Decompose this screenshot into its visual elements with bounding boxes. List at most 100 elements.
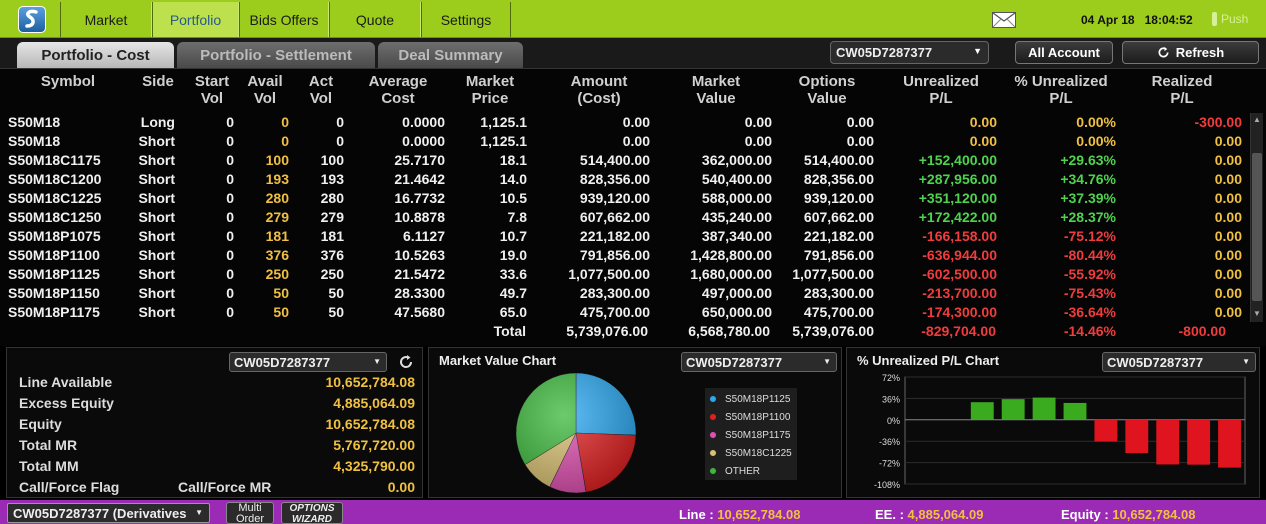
status-line-label: Line :: [679, 507, 714, 522]
cell-unrealized-pl: -636,944.00: [922, 247, 997, 263]
options-wizard-button[interactable]: OPTIONS WIZARD: [281, 502, 343, 524]
cell-pct-unrealized-pl: 0.00%: [1076, 114, 1116, 130]
top-navigation-bar: Market Portfolio Bids Offers Quote Setti…: [0, 0, 1266, 38]
tab-deal-summary[interactable]: Deal Summary: [378, 42, 523, 68]
table-row[interactable]: S50M18 Short 0 0 0 0.0000 1,125.1 0.00 0.00 0.00 0…: [0, 132, 1248, 151]
legend-label: S50M18P1175: [725, 429, 791, 441]
unrealized-account-select[interactable]: CW05D7287377 ▼: [1102, 352, 1256, 372]
table-row[interactable]: S50M18P1125 Short 0 250 250 21.5472 33.6 1,077,…: [0, 265, 1248, 284]
table-row[interactable]: S50M18P1150 Short 0 50 50 28.3300 49.7 283,300.…: [0, 284, 1248, 303]
cell-realized-pl: 0.00: [1214, 152, 1242, 168]
cell-realized-pl: 0.00: [1214, 247, 1242, 263]
unrealized-chart-title: % Unrealized P/L Chart: [857, 353, 1000, 368]
cell-market-value: 588,000.00: [701, 190, 772, 206]
column-header-realized-pl[interactable]: Realized P/L: [1117, 73, 1247, 107]
cell-average-cost: 47.5680: [394, 304, 445, 320]
scrollbar-thumb[interactable]: [1252, 153, 1262, 301]
y-tick-label: -72%: [879, 459, 900, 469]
cell-start-vol: 0: [226, 133, 234, 149]
cell-avail-vol: 250: [265, 266, 289, 282]
cell-side: Short: [138, 171, 175, 187]
account-summary-row: Equity 10,652,784.08: [19, 416, 415, 436]
nav-tab-portfolio[interactable]: Portfolio: [152, 2, 239, 37]
market-value-account-select[interactable]: CW05D7287377 ▼: [681, 352, 837, 372]
cell-realized-pl: 0.00: [1214, 190, 1242, 206]
cell-side: Short: [138, 209, 175, 225]
bar-4[interactable]: [1032, 397, 1056, 420]
total-realized-pl: -800.00: [1178, 323, 1226, 339]
mail-icon[interactable]: [992, 12, 1016, 28]
cell-options-value: 939,120.00: [803, 190, 874, 206]
account-select[interactable]: CW05D7287377 ▼: [830, 41, 989, 64]
bar-2[interactable]: [970, 402, 994, 420]
table-row[interactable]: S50M18 Long 0 0 0 0.0000 1,125.1 0.00 0.00 0.00 0.…: [0, 113, 1248, 132]
cell-market-price: 14.0: [499, 171, 527, 187]
cell-act-vol: 50: [328, 285, 344, 301]
bar-8[interactable]: [1156, 419, 1180, 465]
cell-start-vol: 0: [226, 152, 234, 168]
reload-icon[interactable]: [397, 353, 415, 371]
legend-label: S50M18P1100: [725, 411, 791, 423]
cell-act-vol: 376: [320, 247, 344, 263]
table-row[interactable]: S50M18C1175 Short 0 100 100 25.7170 18.1 514,40…: [0, 151, 1248, 170]
table-row[interactable]: S50M18C1225 Short 0 280 280 16.7732 10.5 939,12…: [0, 189, 1248, 208]
column-header-line: P/L: [929, 90, 953, 107]
cell-unrealized-pl: -174,300.00: [922, 304, 997, 320]
y-tick-label: 72%: [882, 373, 900, 383]
scroll-down-icon[interactable]: ▼: [1253, 309, 1261, 318]
app-logo-icon[interactable]: [18, 6, 46, 33]
bar-10[interactable]: [1218, 419, 1241, 468]
chevron-down-icon: ▼: [373, 357, 381, 366]
multi-order-button[interactable]: Multi Order: [226, 502, 274, 524]
table-row[interactable]: S50M18P1175 Short 0 50 50 47.5680 65.0 475,700.…: [0, 303, 1248, 322]
chevron-down-icon: ▼: [195, 508, 203, 517]
legend-swatch-icon: [709, 467, 717, 475]
table-header: Symbol Side Start Vol Avail Vol Act Vol Average C…: [0, 69, 1248, 111]
table-row[interactable]: S50M18P1075 Short 0 181 181 6.1127 10.7 221,182…: [0, 227, 1248, 246]
column-header-unrealized-pl[interactable]: Unrealized P/L: [876, 73, 1006, 107]
all-account-button[interactable]: All Account: [1015, 41, 1113, 64]
cell-market-price: 10.5: [499, 190, 527, 206]
column-header-options-value[interactable]: Options Value: [762, 73, 892, 107]
nav-tab-market[interactable]: Market: [60, 2, 152, 37]
bar-7[interactable]: [1125, 419, 1149, 454]
table-scrollbar[interactable]: ▲ ▼: [1250, 113, 1263, 322]
tab-portfolio-cost[interactable]: Portfolio - Cost: [17, 42, 174, 68]
legend-swatch-icon: [709, 431, 717, 439]
nav-tab-settings[interactable]: Settings: [421, 2, 511, 37]
nav-tab-bids-offers[interactable]: Bids Offers: [239, 2, 329, 37]
cell-average-cost: 21.4642: [394, 171, 445, 187]
status-line-value: 10,652,784.08: [717, 507, 801, 522]
bar-3[interactable]: [1001, 399, 1025, 420]
bar-6[interactable]: [1094, 419, 1118, 442]
column-header-pct-unrealized-pl[interactable]: % Unrealized P/L: [996, 73, 1126, 107]
cell-avail-vol: 50: [273, 285, 289, 301]
total-label: Total: [493, 323, 526, 339]
scroll-up-icon[interactable]: ▲: [1253, 115, 1261, 124]
total-market-value: 6,568,780.00: [688, 323, 770, 339]
bar-5[interactable]: [1063, 402, 1087, 420]
cell-market-price: 1,125.1: [480, 114, 527, 130]
nav-tab-quote[interactable]: Quote: [329, 2, 421, 37]
account-summary-select[interactable]: CW05D7287377 ▼: [229, 352, 387, 372]
status-account-select[interactable]: CW05D7287377 (Derivatives ▼: [7, 503, 210, 523]
column-header-amount-cost[interactable]: Amount (Cost): [534, 73, 664, 107]
table-total-row: Total 5,739,076.00 6,568,780.00 5,739,07…: [0, 322, 1248, 344]
bar-9[interactable]: [1187, 419, 1211, 465]
cell-realized-pl: 0.00: [1214, 133, 1242, 149]
market-value-chart-panel: Market Value Chart CW05D7287377 ▼ S50M18…: [428, 347, 842, 498]
table-row[interactable]: S50M18P1100 Short 0 376 376 10.5263 19.0 791,85…: [0, 246, 1248, 265]
table-row[interactable]: S50M18C1250 Short 0 279 279 10.8878 7.8 607,662…: [0, 208, 1248, 227]
account-summary-label: Line Available: [19, 374, 113, 390]
cell-avail-vol: 0: [281, 114, 289, 130]
cell-side: Short: [138, 228, 175, 244]
refresh-button[interactable]: Refresh: [1122, 41, 1259, 64]
table-row[interactable]: S50M18C1200 Short 0 193 193 21.4642 14.0 828,35…: [0, 170, 1248, 189]
y-tick-label: 36%: [882, 394, 900, 404]
push-toggle[interactable]: Push: [1212, 12, 1248, 26]
cell-pct-unrealized-pl: +34.76%: [1060, 171, 1116, 187]
cell-options-value: 607,662.00: [803, 209, 874, 225]
tab-portfolio-settlement[interactable]: Portfolio - Settlement: [177, 42, 375, 68]
account-summary-label: Equity: [19, 416, 62, 432]
cell-market-value: 540,400.00: [701, 171, 772, 187]
